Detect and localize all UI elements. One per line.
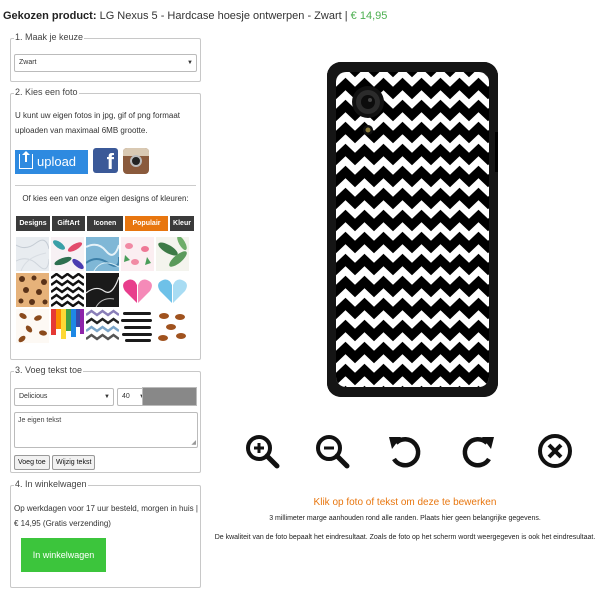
upload-icon [19,151,33,169]
facebook-icon[interactable]: f [93,148,118,174]
tab-kleur[interactable]: Kleur [170,216,194,231]
step-photo-legend: 2. Kies een foto [14,87,79,97]
design-thumbnail-chevron-black[interactable] [51,273,84,307]
zoom-in-icon[interactable] [244,433,280,469]
delivery-info: Op werkdagen voor 17 uur besteld, morgen… [14,504,198,528]
rotate-left-icon[interactable] [386,433,422,469]
step-cart-panel: 4. In winkelwagen Op werkdagen voor 17 u… [10,479,201,588]
design-category-tabs: Designs GiftArt Iconen Populair Kleur [16,216,194,231]
edit-text-button[interactable]: Wijzig tekst [52,455,96,470]
design-thumbnail-pink-hearts[interactable] [121,273,154,307]
step-photo-panel: 2. Kies een foto U kunt uw eigen fotos i… [10,87,201,360]
rotate-right-icon[interactable] [461,433,497,469]
add-to-cart-button[interactable]: In winkelwagen [21,538,106,572]
design-thumbnail-paint-drips[interactable] [51,309,84,343]
instagram-icon[interactable] [123,148,149,174]
add-text-button[interactable]: Voeg toe [14,455,50,470]
tab-giftart[interactable]: GiftArt [52,216,85,231]
divider [15,185,196,186]
color-select[interactable]: Zwart ▼ [14,54,197,72]
design-thumbnails [16,237,198,343]
phone-case-design[interactable] [327,62,498,397]
step-choose-legend: 1. Maak je keuze [14,32,85,42]
edit-instruction: Klik op foto of tekst om deze te bewerke… [313,497,497,508]
step-choose-panel: 1. Maak je keuze Zwart ▼ [10,32,201,82]
remove-icon[interactable] [537,433,573,469]
product-name: LG Nexus 5 - Hardcase hoesje ontwerpen -… [99,10,342,22]
upload-instructions: U kunt uw eigen fotos in jpg, gif of png… [15,111,180,135]
chevron-down-icon: ▼ [104,394,110,400]
quality-notice: De kwaliteit van de foto bepaalt het ein… [214,534,596,541]
color-select-value: Zwart [19,59,37,66]
design-thumbnail-blue-heart[interactable] [156,273,189,307]
font-size-value: 40 [122,393,130,400]
tab-iconen[interactable]: Iconen [87,216,123,231]
margin-notice: 3 millimeter marge aanhouden rond alle r… [269,515,541,522]
tab-populair[interactable]: Populair [125,216,168,231]
step-text-panel: 3. Voeg tekst toe Delicious ▼ 40 ▼ Je ei… [10,365,201,473]
upload-label: upload [37,154,77,169]
step-text-legend: 3. Voeg tekst toe [14,365,84,375]
separator: | [344,10,348,22]
selected-product-line: Gekozen product: LG Nexus 5 - Hardcase h… [3,10,387,22]
step-cart-legend: 4. In winkelwagen [14,479,88,489]
font-select[interactable]: Delicious ▼ [14,388,114,406]
tab-designs[interactable]: Designs [16,216,50,231]
design-thumbnail-coffee-beans[interactable] [16,309,49,343]
design-thumbnail-brush-stripes[interactable] [121,309,154,343]
font-select-value: Delicious [19,393,48,400]
selected-product-label: Gekozen product: [3,10,97,22]
design-thumbnail-brown-lips[interactable] [156,309,189,343]
zoom-out-icon[interactable] [314,433,350,469]
design-thumbnail-flamingos[interactable] [121,237,154,271]
design-thumbnail-leopard-print[interactable] [16,273,49,307]
resize-grip-icon[interactable]: ◢ [191,439,196,446]
custom-text-field[interactable]: Je eigen tekst ◢ [14,412,198,448]
text-color-picker[interactable] [142,387,197,406]
phone-case-preview[interactable] [327,62,498,397]
design-thumbnail-tropical-leaves[interactable] [51,237,84,271]
upload-button[interactable]: upload [15,150,88,174]
design-thumbnail-chevron-multicolor[interactable] [86,309,119,343]
design-thumbnail-marble-white[interactable] [16,237,49,271]
design-thumbnail-blue-marble[interactable] [86,237,119,271]
chevron-down-icon: ▼ [187,60,193,66]
product-price: € 14,95 [350,10,388,22]
design-thumbnail-palm-leaves[interactable] [156,237,189,271]
facebook-glyph: f [106,149,114,174]
designs-prompt: Of kies een van onze eigen designs of kl… [22,194,189,203]
design-thumbnail-black-marble[interactable] [86,273,119,307]
custom-text-placeholder: Je eigen tekst [18,417,62,424]
